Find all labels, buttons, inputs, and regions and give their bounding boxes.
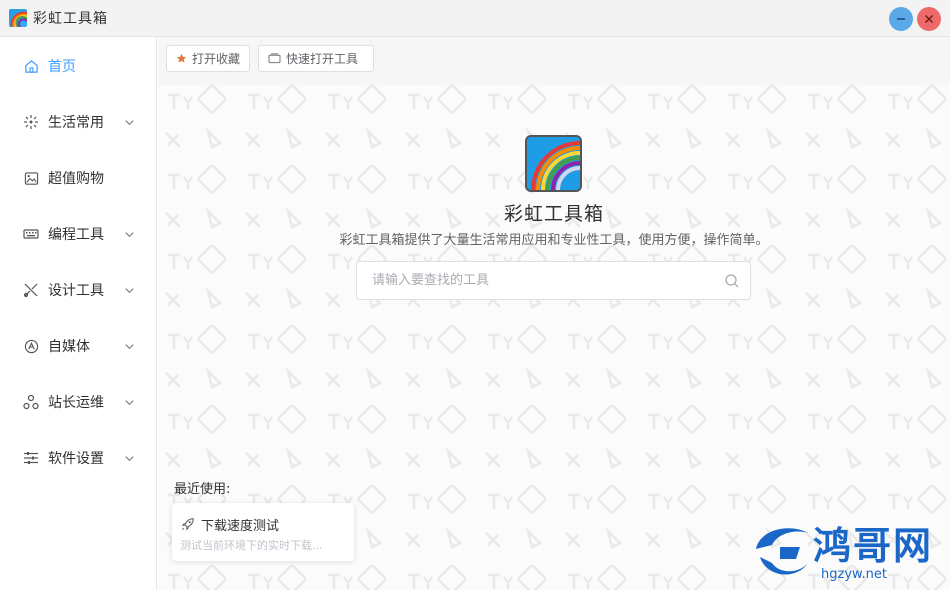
sidebar-item-settings[interactable]: 软件设置 (0, 430, 156, 486)
open-favorites-label: 打开收藏 (192, 52, 241, 66)
watermark-url: hgzyw.net (821, 567, 887, 582)
sparkle-icon (23, 114, 39, 130)
main-content: 打开收藏 快速打开工具 彩虹工具箱 彩虹工具箱提供了大量生活常用应用和专业性工具… (158, 37, 950, 590)
sidebar: 首页 生活常用 超值购物 编程工具 设计工具 自媒体 站长运维 软件设置 (0, 37, 157, 590)
chevron-down-icon (123, 284, 135, 296)
window-title: 彩虹工具箱 (33, 11, 108, 27)
page-title: 彩虹工具箱 (503, 203, 604, 225)
sidebar-item-design[interactable]: 设计工具 (0, 262, 156, 318)
sidebar-item-label: 软件设置 (48, 451, 104, 467)
design-tools-icon (23, 282, 39, 298)
toolbar: 打开收藏 快速打开工具 (158, 37, 950, 85)
search-input[interactable] (357, 262, 717, 299)
sidebar-item-media[interactable]: 自媒体 (0, 318, 156, 374)
sidebar-item-webmaster[interactable]: 站长运维 (0, 374, 156, 430)
minimize-button[interactable] (889, 7, 913, 31)
chevron-down-icon (123, 340, 135, 352)
window-icon (268, 53, 281, 64)
sidebar-item-home[interactable]: 首页 (0, 38, 156, 94)
minimize-icon (897, 18, 905, 20)
rocket-icon (181, 516, 195, 531)
recent-tool-card[interactable]: 下载速度测试 测试当前环境下的实时下载... (172, 503, 354, 561)
title-bar: 彩虹工具箱 (0, 0, 950, 37)
network-icon (23, 394, 39, 410)
sidebar-item-shopping[interactable]: 超值购物 (0, 150, 156, 206)
recent-used-label: 最近使用: (174, 482, 231, 497)
sidebar-item-label: 生活常用 (48, 115, 104, 131)
page-description: 彩虹工具箱提供了大量生活常用应用和专业性工具，使用方便，操作简单。 (339, 233, 769, 248)
close-icon (925, 15, 933, 23)
sidebar-item-life[interactable]: 生活常用 (0, 94, 156, 150)
sidebar-item-label: 设计工具 (48, 283, 104, 299)
app-logo-icon (9, 9, 27, 27)
recent-tool-description: 测试当前环境下的实时下载... (180, 539, 323, 552)
watermark-text: 鸿哥网 (813, 524, 934, 568)
chevron-down-icon (123, 116, 135, 128)
sidebar-item-label: 自媒体 (48, 339, 90, 355)
media-icon (23, 338, 39, 354)
watermark-logo-icon (756, 528, 808, 575)
sidebar-item-label: 编程工具 (48, 227, 104, 243)
home-icon (23, 58, 39, 74)
chevron-down-icon (123, 452, 135, 464)
sidebar-item-programming[interactable]: 编程工具 (0, 206, 156, 262)
search-icon[interactable] (724, 273, 740, 289)
sliders-icon (23, 450, 39, 466)
image-icon (23, 170, 39, 186)
sidebar-item-label: 超值购物 (48, 171, 104, 187)
quick-open-tool-label: 快速打开工具 (286, 52, 359, 66)
sidebar-item-label: 站长运维 (48, 395, 104, 411)
search-box (356, 261, 751, 300)
recent-tool-title: 下载速度测试 (201, 519, 280, 534)
rainbow-logo-icon (525, 135, 582, 192)
open-favorites-button[interactable]: 打开收藏 (166, 45, 250, 72)
keyboard-icon (23, 226, 39, 242)
watermark: 鸿哥网 hgzyw.net (748, 515, 948, 590)
chevron-down-icon (123, 396, 135, 408)
close-button[interactable] (917, 7, 941, 31)
star-icon (176, 53, 187, 64)
sidebar-item-label: 首页 (48, 59, 76, 75)
quick-open-tool-button[interactable]: 快速打开工具 (258, 45, 374, 72)
chevron-down-icon (123, 228, 135, 240)
